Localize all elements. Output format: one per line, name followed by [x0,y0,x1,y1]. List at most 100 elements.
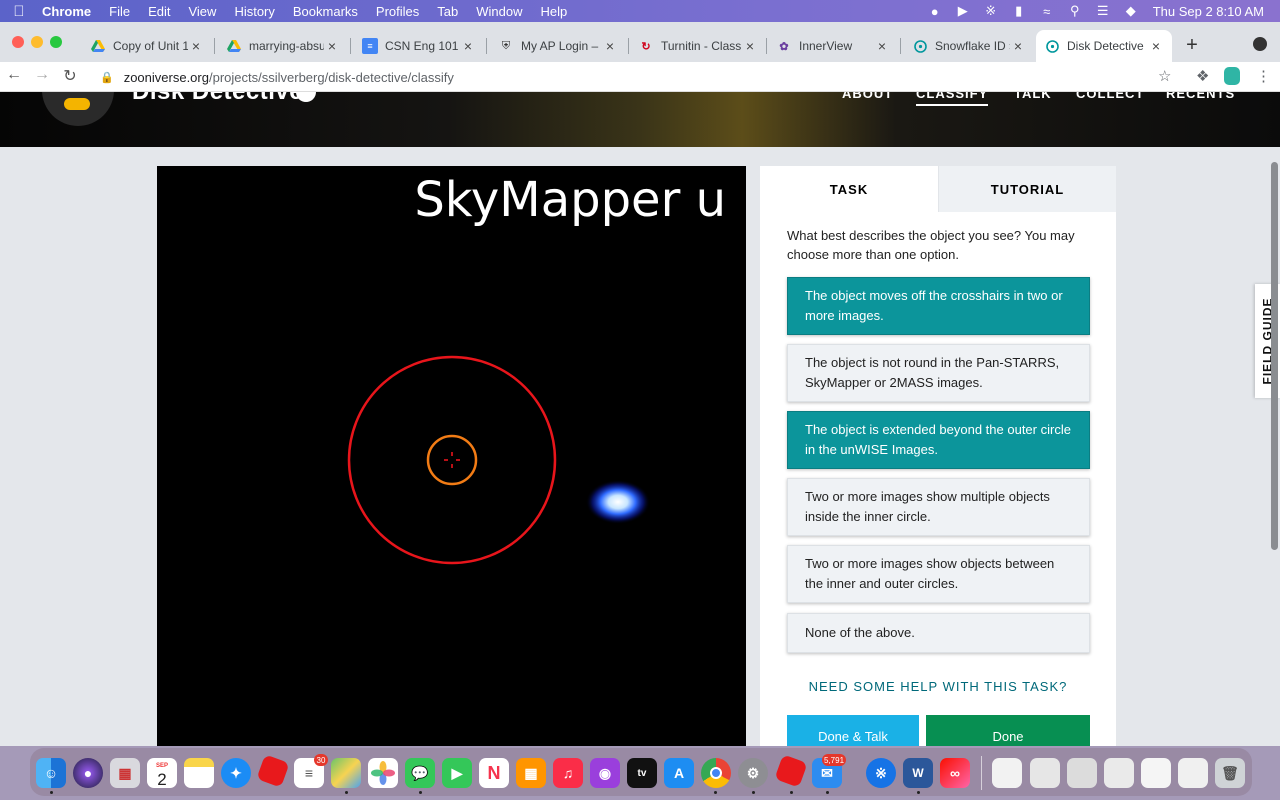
recent-document-icon[interactable] [992,758,1022,788]
control-center-icon[interactable]: ☰ [1089,3,1117,19]
browser-tab[interactable]: ↻ Turnitin - Class × [630,30,766,62]
photos-icon[interactable] [368,758,398,788]
close-tab-icon[interactable]: × [188,38,204,54]
done-button[interactable]: Done [926,715,1090,746]
tab-search-icon[interactable] [1253,37,1267,51]
nav-collect[interactable]: COLLECT [1076,92,1144,101]
microsoft-word-icon[interactable]: W [903,758,933,788]
browser-tab[interactable]: Copy of Unit 1 S × [82,30,212,62]
battery-icon[interactable]: ▮ [1005,3,1033,19]
tab-tutorial[interactable]: TUTORIAL [938,166,1116,212]
zoom-window-button[interactable] [50,36,62,48]
podcasts-icon[interactable]: ◉ [590,758,620,788]
facetime-icon[interactable]: ▶ [442,758,472,788]
project-logo[interactable] [42,92,114,126]
bookmark-star-icon[interactable]: ☆ [1158,67,1171,85]
messages-icon[interactable]: 💬 [405,758,435,788]
close-tab-icon[interactable]: × [324,38,340,54]
address-path: /projects/ssilverberg/disk-detective/cla… [208,69,454,85]
option-multiple-inside-inner[interactable]: Two or more images show multiple objects… [787,478,1090,536]
apple-tv-icon[interactable]: tv [627,758,657,788]
music-icon[interactable]: ♫ [553,758,583,788]
spotlight-search-icon[interactable]: ⚲ [1061,3,1089,19]
option-objects-between-circles[interactable]: Two or more images show objects between … [787,545,1090,603]
browser-tab[interactable]: marrying-absur × [218,30,348,62]
close-tab-icon[interactable]: × [874,38,890,54]
option-extended-beyond-outer[interactable]: The object is extended beyond the outer … [787,411,1090,469]
extensions-puzzle-icon[interactable]: ❖ [1196,67,1209,85]
menu-file[interactable]: File [100,4,139,19]
nav-classify[interactable]: CLASSIFY [916,92,989,106]
task-question: What best describes the object you see? … [787,228,1075,262]
browser-tab[interactable]: Snowflake ID » × [904,30,1034,62]
books-icon[interactable]: ▦ [516,758,546,788]
close-tab-icon[interactable]: × [460,38,476,54]
close-tab-icon[interactable]: × [742,38,758,54]
nav-talk[interactable]: TALK [1014,92,1052,101]
menu-help[interactable]: Help [532,4,577,19]
notes-icon[interactable] [184,758,214,788]
nav-recents[interactable]: RECENTS [1166,92,1235,101]
recent-spreadsheet-icon[interactable] [1178,758,1208,788]
task-help-link[interactable]: NEED SOME HELP WITH THIS TASK? [760,679,1116,694]
profile-avatar-icon[interactable] [1224,67,1240,85]
menu-view[interactable]: View [179,4,225,19]
menu-edit[interactable]: Edit [139,4,179,19]
browser-tab[interactable]: ✿ InnerView × [768,30,898,62]
menu-profiles[interactable]: Profiles [367,4,428,19]
tab-task[interactable]: TASK [760,166,938,212]
option-not-round[interactable]: The object is not round in the Pan-STARR… [787,344,1090,402]
menu-history[interactable]: History [225,4,283,19]
nav-about[interactable]: ABOUT [842,92,893,101]
app-store-icon[interactable]: A [664,758,694,788]
browser-tab[interactable]: ⛨ My AP Login – C × [490,30,626,62]
safari-icon[interactable]: ✦ [221,758,251,788]
browser-tab-active[interactable]: Disk Detective × [1036,30,1172,62]
menu-app-name[interactable]: Chrome [38,4,100,19]
wifi-icon[interactable]: ≈ [1033,4,1061,19]
project-title[interactable]: Disk Detective [132,92,303,106]
close-tab-icon[interactable]: × [1010,38,1026,54]
launchpad-icon[interactable]: ▦ [110,758,140,788]
close-tab-icon[interactable]: × [1148,38,1164,54]
back-arrow-icon[interactable]: ← [4,66,24,84]
recent-window-icon[interactable] [1030,758,1060,788]
finder-icon[interactable]: ☺ [36,758,66,788]
menu-bookmarks[interactable]: Bookmarks [284,4,367,19]
done-and-talk-button[interactable]: Done & Talk [787,715,919,746]
recent-file-icon[interactable] [1104,758,1134,788]
bluetooth-icon[interactable]: ※ [866,758,896,788]
recent-chrome-window-icon[interactable] [1141,758,1171,788]
news-icon[interactable]: N [479,758,509,788]
shield-icon: ⛨ [501,39,511,52]
trash-icon[interactable]: 🗑 [1215,758,1245,788]
screen-record-icon[interactable]: ● [921,4,949,19]
system-preferences-icon[interactable]: ⚙ [738,758,768,788]
creative-cloud-icon[interactable]: ∞ [940,758,970,788]
chrome-menu-icon[interactable]: ⋮ [1256,67,1271,85]
siri-icon[interactable]: ● [73,758,103,788]
address-bar[interactable]: 🔒 zooniverse.org/projects/ssilverberg/di… [92,65,1188,89]
new-tab-icon[interactable]: + [1182,34,1202,57]
calendar-icon[interactable]: SEP 2 [147,758,177,788]
option-moves-off-crosshairs[interactable]: The object moves off the crosshairs in t… [787,277,1090,335]
subject-image-viewer[interactable]: SkyMapper u [157,166,746,746]
chrome-icon[interactable] [701,758,731,788]
option-none-of-the-above[interactable]: None of the above. [787,613,1090,653]
browser-tab[interactable]: ≡ CSN Eng 101 Fa × [354,30,484,62]
menu-window[interactable]: Window [467,4,531,19]
close-tab-icon[interactable]: × [602,38,618,54]
recent-keyboard-icon[interactable] [1067,758,1097,788]
maps-icon[interactable] [331,758,361,788]
close-window-button[interactable] [12,36,24,48]
apple-menu-icon[interactable]:  [0,3,38,20]
menu-tab[interactable]: Tab [428,4,467,19]
reload-icon[interactable]: ↻ [60,66,80,86]
bluetooth-off-icon[interactable]: ※ [977,3,1005,19]
play-icon[interactable]: ▶ [949,3,977,19]
forward-arrow-icon[interactable]: → [32,66,52,84]
page-scrollbar[interactable] [1271,162,1278,550]
siri-icon[interactable]: ◆ [1117,3,1145,19]
menu-clock[interactable]: Thu Sep 2 8:10 AM [1145,4,1280,19]
minimize-window-button[interactable] [31,36,43,48]
